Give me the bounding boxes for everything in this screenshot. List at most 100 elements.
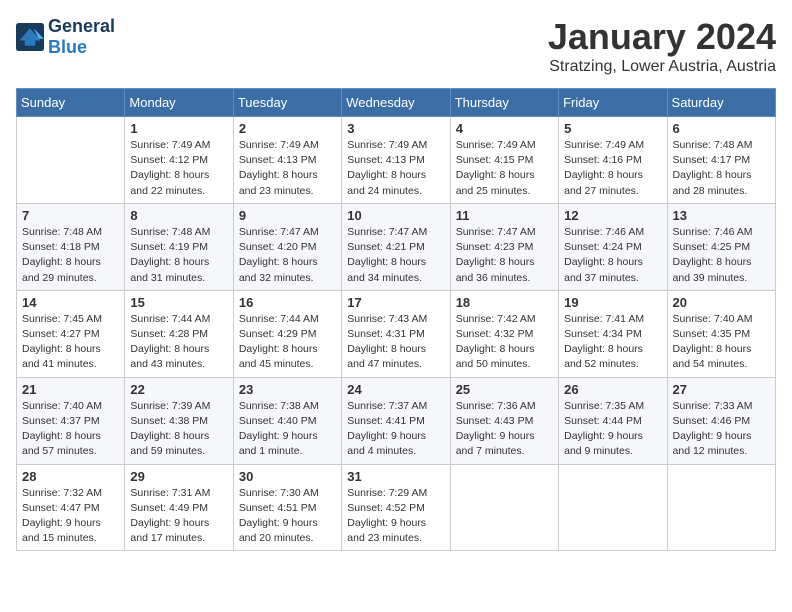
month-title: January 2024 — [548, 16, 776, 58]
calendar-cell: 3Sunrise: 7:49 AMSunset: 4:13 PMDaylight… — [342, 117, 450, 204]
calendar-cell: 22 Sunrise: 7:39 AMSunset: 4:38 PMDayligh… — [125, 377, 233, 464]
day-info: Sunrise: 7:49 AMSunset: 4:12 PMDaylight:… — [130, 138, 227, 199]
day-info: Sunrise: 7:45 AMSunset: 4:27 PMDaylight:… — [22, 312, 119, 373]
day-info: Sunrise: 7:39 AMSunset: 4:38 PMDaylight:… — [130, 399, 227, 460]
day-info: Sunrise: 7:35 AMSunset: 4:44 PMDaylight:… — [564, 399, 661, 460]
day-info: Sunrise: 7:31 AMSunset: 4:49 PMDaylight:… — [130, 486, 227, 547]
calendar-cell: 17Sunrise: 7:43 AMSunset: 4:31 PMDayligh… — [342, 290, 450, 377]
calendar-cell: 15 Sunrise: 7:44 AMSunset: 4:28 PMDayligh… — [125, 290, 233, 377]
logo: General Blue — [16, 16, 115, 58]
day-number: 31 — [347, 469, 444, 484]
day-number: 30 — [239, 469, 336, 484]
day-number: 1 — [130, 121, 227, 136]
calendar-week-row: 7 Sunrise: 7:48 AMSunset: 4:18 PMDaylight… — [17, 203, 776, 290]
calendar-cell: 27Sunrise: 7:33 AMSunset: 4:46 PMDayligh… — [667, 377, 775, 464]
calendar-cell: 16 Sunrise: 7:44 AMSunset: 4:29 PMDayligh… — [233, 290, 341, 377]
day-number: 21 — [22, 382, 119, 397]
day-number: 29 — [130, 469, 227, 484]
calendar-cell: 25Sunrise: 7:36 AMSunset: 4:43 PMDayligh… — [450, 377, 558, 464]
calendar-header-row: SundayMondayTuesdayWednesdayThursdayFrid… — [17, 89, 776, 117]
day-number: 5 — [564, 121, 661, 136]
calendar-week-row: 21 Sunrise: 7:40 AMSunset: 4:37 PMDayligh… — [17, 377, 776, 464]
calendar-cell: 28 Sunrise: 7:32 AMSunset: 4:47 PMDayligh… — [17, 464, 125, 551]
day-info: Sunrise: 7:40 AMSunset: 4:35 PMDaylight:… — [673, 312, 770, 373]
calendar-cell: 1 Sunrise: 7:49 AMSunset: 4:12 PMDaylight… — [125, 117, 233, 204]
location-title: Stratzing, Lower Austria, Austria — [548, 58, 776, 76]
calendar-cell: 11 Sunrise: 7:47 AMSunset: 4:23 PMDayligh… — [450, 203, 558, 290]
day-info: Sunrise: 7:48 AMSunset: 4:19 PMDaylight:… — [130, 225, 227, 286]
day-number: 11 — [456, 208, 553, 223]
day-info: Sunrise: 7:47 AMSunset: 4:21 PMDaylight:… — [347, 225, 444, 286]
day-info: Sunrise: 7:30 AMSunset: 4:51 PMDaylight:… — [239, 486, 336, 547]
day-info: Sunrise: 7:48 AMSunset: 4:17 PMDaylight:… — [673, 138, 770, 199]
calendar-cell: 12 Sunrise: 7:46 AMSunset: 4:24 PMDayligh… — [559, 203, 667, 290]
day-number: 12 — [564, 208, 661, 223]
day-info: Sunrise: 7:49 AMSunset: 4:16 PMDaylight:… — [564, 138, 661, 199]
day-of-week-header: Monday — [125, 89, 233, 117]
day-number: 8 — [130, 208, 227, 223]
calendar-body: 1 Sunrise: 7:49 AMSunset: 4:12 PMDaylight… — [17, 117, 776, 551]
day-info: Sunrise: 7:46 AMSunset: 4:25 PMDaylight:… — [673, 225, 770, 286]
calendar-cell: 24Sunrise: 7:37 AMSunset: 4:41 PMDayligh… — [342, 377, 450, 464]
day-number: 25 — [456, 382, 553, 397]
calendar-cell: 7 Sunrise: 7:48 AMSunset: 4:18 PMDaylight… — [17, 203, 125, 290]
day-number: 10 — [347, 208, 444, 223]
day-info: Sunrise: 7:44 AMSunset: 4:29 PMDaylight:… — [239, 312, 336, 373]
calendar-cell: 5 Sunrise: 7:49 AMSunset: 4:16 PMDaylight… — [559, 117, 667, 204]
day-info: Sunrise: 7:41 AMSunset: 4:34 PMDaylight:… — [564, 312, 661, 373]
day-number: 19 — [564, 295, 661, 310]
day-info: Sunrise: 7:29 AMSunset: 4:52 PMDaylight:… — [347, 486, 444, 547]
day-number: 22 — [130, 382, 227, 397]
day-number: 20 — [673, 295, 770, 310]
calendar-cell — [450, 464, 558, 551]
calendar-cell: 6Sunrise: 7:48 AMSunset: 4:17 PMDaylight… — [667, 117, 775, 204]
title-block: January 2024 Stratzing, Lower Austria, A… — [548, 16, 776, 76]
day-info: Sunrise: 7:46 AMSunset: 4:24 PMDaylight:… — [564, 225, 661, 286]
day-info: Sunrise: 7:32 AMSunset: 4:47 PMDaylight:… — [22, 486, 119, 547]
calendar-cell: 2 Sunrise: 7:49 AMSunset: 4:13 PMDaylight… — [233, 117, 341, 204]
day-number: 23 — [239, 382, 336, 397]
logo-icon — [16, 23, 44, 51]
calendar-cell: 23Sunrise: 7:38 AMSunset: 4:40 PMDayligh… — [233, 377, 341, 464]
day-number: 18 — [456, 295, 553, 310]
calendar-cell: 29 Sunrise: 7:31 AMSunset: 4:49 PMDayligh… — [125, 464, 233, 551]
day-number: 2 — [239, 121, 336, 136]
calendar-cell — [667, 464, 775, 551]
day-number: 28 — [22, 469, 119, 484]
calendar-cell: 21 Sunrise: 7:40 AMSunset: 4:37 PMDayligh… — [17, 377, 125, 464]
day-info: Sunrise: 7:40 AMSunset: 4:37 PMDaylight:… — [22, 399, 119, 460]
day-number: 16 — [239, 295, 336, 310]
calendar-cell — [17, 117, 125, 204]
calendar-cell: 4Sunrise: 7:49 AMSunset: 4:15 PMDaylight… — [450, 117, 558, 204]
calendar-table: SundayMondayTuesdayWednesdayThursdayFrid… — [16, 88, 776, 551]
day-of-week-header: Saturday — [667, 89, 775, 117]
day-info: Sunrise: 7:37 AMSunset: 4:41 PMDaylight:… — [347, 399, 444, 460]
day-number: 15 — [130, 295, 227, 310]
calendar-cell: 8 Sunrise: 7:48 AMSunset: 4:19 PMDaylight… — [125, 203, 233, 290]
calendar-cell: 19 Sunrise: 7:41 AMSunset: 4:34 PMDayligh… — [559, 290, 667, 377]
logo-blue-text: Blue — [48, 37, 87, 57]
day-number: 9 — [239, 208, 336, 223]
calendar-cell: 18Sunrise: 7:42 AMSunset: 4:32 PMDayligh… — [450, 290, 558, 377]
calendar-cell: 31 Sunrise: 7:29 AMSunset: 4:52 PMDayligh… — [342, 464, 450, 551]
day-info: Sunrise: 7:47 AMSunset: 4:20 PMDaylight:… — [239, 225, 336, 286]
day-info: Sunrise: 7:44 AMSunset: 4:28 PMDaylight:… — [130, 312, 227, 373]
calendar-cell: 20 Sunrise: 7:40 AMSunset: 4:35 PMDayligh… — [667, 290, 775, 377]
calendar-cell: 9 Sunrise: 7:47 AMSunset: 4:20 PMDaylight… — [233, 203, 341, 290]
day-number: 27 — [673, 382, 770, 397]
day-number: 4 — [456, 121, 553, 136]
calendar-cell: 10 Sunrise: 7:47 AMSunset: 4:21 PMDayligh… — [342, 203, 450, 290]
day-info: Sunrise: 7:48 AMSunset: 4:18 PMDaylight:… — [22, 225, 119, 286]
calendar-cell: 26 Sunrise: 7:35 AMSunset: 4:44 PMDayligh… — [559, 377, 667, 464]
day-number: 13 — [673, 208, 770, 223]
day-number: 14 — [22, 295, 119, 310]
day-info: Sunrise: 7:47 AMSunset: 4:23 PMDaylight:… — [456, 225, 553, 286]
day-of-week-header: Tuesday — [233, 89, 341, 117]
day-number: 7 — [22, 208, 119, 223]
day-number: 26 — [564, 382, 661, 397]
calendar-cell — [559, 464, 667, 551]
calendar-week-row: 1 Sunrise: 7:49 AMSunset: 4:12 PMDaylight… — [17, 117, 776, 204]
day-info: Sunrise: 7:49 AMSunset: 4:13 PMDaylight:… — [239, 138, 336, 199]
header: General Blue January 2024 Stratzing, Low… — [16, 16, 776, 76]
day-number: 17 — [347, 295, 444, 310]
